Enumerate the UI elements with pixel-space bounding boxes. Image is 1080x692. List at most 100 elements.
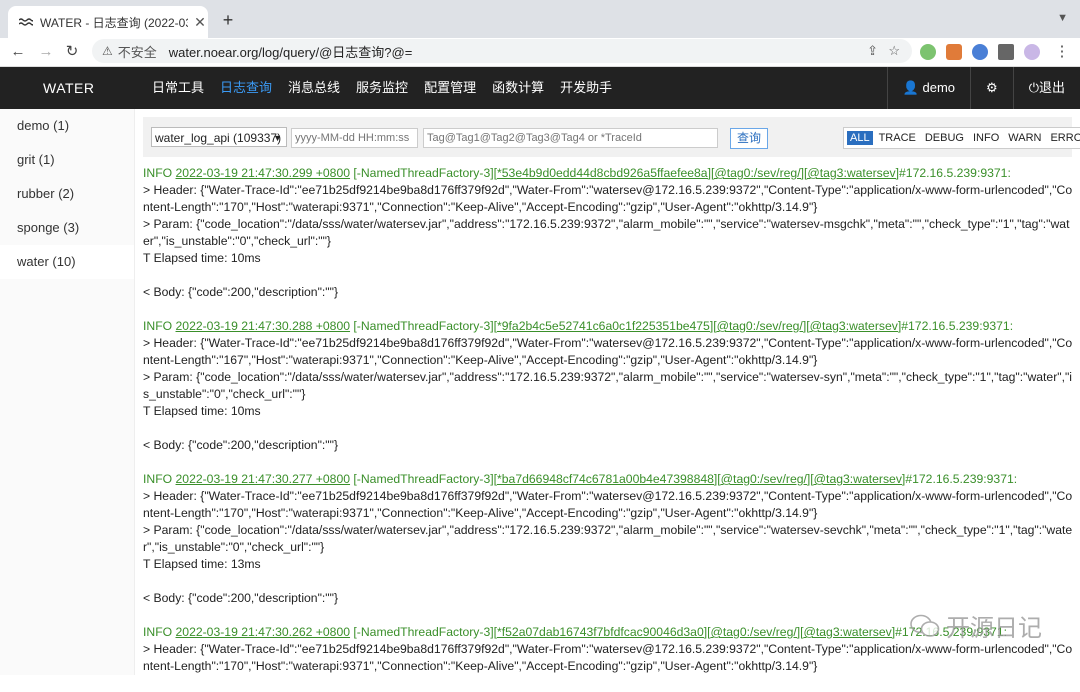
- log-entry: INFO 2022-03-19 21:47:30.277 +0800 [-Nam…: [143, 471, 1073, 607]
- log-param: > Param: {"code_location":"/data/sss/wat…: [143, 523, 1073, 554]
- log-trace-link[interactable]: [*53e4b9d0edd44d8cbd926a5ffaefee8a]: [494, 166, 711, 180]
- log-time-link[interactable]: 2022-03-19 21:47:30.299 +0800: [176, 166, 351, 180]
- filter-bar: water_log_api (109337) ▼ 查询 ALL TRACE DE…: [143, 117, 1080, 157]
- log-thread: [-NamedThreadFactory-3]: [353, 625, 494, 639]
- log-tag0-link[interactable]: [@tag0:/sev/reg/]: [713, 319, 806, 333]
- date-input[interactable]: [291, 128, 418, 148]
- level-debug[interactable]: DEBUG: [922, 131, 967, 145]
- log-time-link[interactable]: 2022-03-19 21:47:30.288 +0800: [176, 319, 351, 333]
- tag-input[interactable]: [423, 128, 718, 148]
- browser-toolbar: ← → ↻ ⚠ 不安全 water.noear.org/log/query/@日…: [0, 38, 1080, 67]
- logout-label: 退出: [1038, 80, 1065, 95]
- log-tag3-link[interactable]: [@tag3:watersev]: [806, 319, 901, 333]
- menu-item-tools[interactable]: 日常工具: [152, 67, 204, 109]
- level-trace[interactable]: TRACE: [876, 131, 919, 145]
- sidebar-item-sponge[interactable]: sponge (3): [0, 211, 134, 245]
- warning-icon[interactable]: ⚠: [102, 44, 113, 58]
- log-title-line: INFO 2022-03-19 21:47:30.299 +0800 [-Nam…: [143, 165, 1073, 182]
- profile-avatar[interactable]: [1024, 44, 1040, 60]
- log-trace-link[interactable]: [*9fa2b4c5e52741c6a0c1f225351be475]: [494, 319, 714, 333]
- log-ip: #172.16.5.239:9371:: [901, 319, 1014, 333]
- log-param: > Param: {"code_location":"/data/sss/wat…: [143, 370, 1073, 401]
- log-elapsed: T Elapsed time: 13ms: [143, 557, 261, 571]
- main-menu: 日常工具 日志查询 消息总线 服务监控 配置管理 函数计算 开发助手: [152, 67, 628, 109]
- log-elapsed: T Elapsed time: 10ms: [143, 404, 261, 418]
- log-trace-link[interactable]: [*ba7d66948cf74c6781a00b4e47398848]: [494, 472, 718, 486]
- log-body: < Body: {"code":200,"description":""}: [143, 591, 339, 605]
- log-body: < Body: {"code":200,"description":""}: [143, 285, 339, 299]
- sidebar-item-grit[interactable]: grit (1): [0, 143, 134, 177]
- menu-item-dev-helper[interactable]: 开发助手: [560, 67, 612, 109]
- menu-item-functions[interactable]: 函数计算: [492, 67, 544, 109]
- logout-button[interactable]: ⏻退出: [1012, 67, 1080, 109]
- new-tab-button[interactable]: +: [218, 10, 238, 30]
- security-label: 不安全: [117, 44, 157, 60]
- log-level: INFO: [143, 166, 173, 180]
- log-param: > Param: {"code_location":"/data/sss/wat…: [143, 217, 1070, 248]
- log-ip: #172.16.5.239:9371:: [905, 472, 1018, 486]
- extension-blue-icon[interactable]: [972, 44, 988, 60]
- watermark-text: 开源日记: [946, 614, 1042, 642]
- extension-green-icon[interactable]: [920, 44, 936, 60]
- extensions-puzzle-icon[interactable]: [998, 44, 1014, 60]
- menu-item-message-bus[interactable]: 消息总线: [288, 67, 340, 109]
- back-icon[interactable]: ←: [8, 42, 28, 62]
- extension-fox-icon[interactable]: [946, 44, 962, 60]
- logger-select-value: water_log_api (109337): [155, 131, 282, 145]
- log-level: INFO: [143, 472, 173, 486]
- browser-tab[interactable]: WATER - 日志查询 (2022-03-19 ✕: [8, 6, 208, 38]
- log-entry: INFO 2022-03-19 21:47:30.299 +0800 [-Nam…: [143, 165, 1073, 301]
- browser-menu-icon[interactable]: ⋮: [1052, 42, 1072, 62]
- level-error[interactable]: ERROR: [1047, 131, 1080, 145]
- sidebar-item-demo[interactable]: demo (1): [0, 109, 134, 143]
- reload-icon[interactable]: ↻: [62, 42, 82, 62]
- water-wave-icon: [18, 14, 34, 30]
- level-all[interactable]: ALL: [847, 131, 873, 145]
- level-warn[interactable]: WARN: [1005, 131, 1044, 145]
- settings-gears-icon[interactable]: ⚙: [970, 67, 1013, 109]
- log-tag3-link[interactable]: [@tag3:watersev]: [804, 166, 899, 180]
- log-title-line: INFO 2022-03-19 21:47:30.288 +0800 [-Nam…: [143, 318, 1073, 335]
- menu-item-service-monitor[interactable]: 服务监控: [356, 67, 408, 109]
- log-level: INFO: [143, 319, 173, 333]
- tab-menu-chevron-icon[interactable]: ▼: [1057, 12, 1068, 24]
- log-tag0-link[interactable]: [@tag0:/sev/reg/]: [707, 625, 800, 639]
- bookmark-star-icon[interactable]: ☆: [888, 43, 900, 59]
- level-info[interactable]: INFO: [970, 131, 1002, 145]
- log-tag3-link[interactable]: [@tag3:watersev]: [810, 472, 905, 486]
- user-icon: 👤: [902, 80, 919, 95]
- log-trace-link[interactable]: [*f52a07dab16743f7bfdfcac90046d3a0]: [494, 625, 707, 639]
- log-level: INFO: [143, 625, 173, 639]
- log-tag3-link[interactable]: [@tag3:watersev]: [800, 625, 895, 639]
- address-bar[interactable]: ⚠ 不安全 water.noear.org/log/query/@日志查询?@=…: [92, 39, 912, 63]
- app-brand[interactable]: WATER: [43, 67, 95, 109]
- chevron-down-icon: ▼: [273, 133, 282, 143]
- menu-item-log-query[interactable]: 日志查询: [220, 67, 272, 109]
- menu-item-config[interactable]: 配置管理: [424, 67, 476, 109]
- tab-title: WATER - 日志查询 (2022-03-19: [40, 15, 188, 30]
- log-tag0-link[interactable]: [@tag0:/sev/reg/]: [711, 166, 804, 180]
- forward-icon[interactable]: →: [36, 42, 56, 62]
- log-title-line: INFO 2022-03-19 21:47:30.277 +0800 [-Nam…: [143, 471, 1073, 488]
- sidebar-item-rubber[interactable]: rubber (2): [0, 177, 134, 211]
- query-button[interactable]: 查询: [730, 128, 768, 149]
- url-text[interactable]: water.noear.org/log/query/@日志查询?@=: [169, 42, 413, 61]
- log-thread: [-NamedThreadFactory-3]: [353, 166, 494, 180]
- log-elapsed: T Elapsed time: 10ms: [143, 251, 261, 265]
- log-time-link[interactable]: 2022-03-19 21:47:30.277 +0800: [176, 472, 351, 486]
- service-sidebar: demo (1) grit (1) rubber (2) sponge (3) …: [0, 109, 135, 675]
- watermark: 开源日记: [910, 608, 1042, 643]
- log-header: > Header: {"Water-Trace-Id":"ee71b25df92…: [143, 336, 1073, 367]
- log-thread: [-NamedThreadFactory-3]: [353, 472, 494, 486]
- sidebar-item-water[interactable]: water (10): [0, 245, 134, 279]
- user-area: 👤 demo ⚙ ⏻退出: [886, 67, 1080, 109]
- power-icon: ⏻: [1028, 80, 1039, 95]
- wechat-icon: [910, 614, 940, 637]
- logger-select[interactable]: water_log_api (109337) ▼: [151, 127, 287, 147]
- log-time-link[interactable]: 2022-03-19 21:47:30.262 +0800: [176, 625, 351, 639]
- close-tab-icon[interactable]: ✕: [192, 14, 208, 30]
- user-menu[interactable]: 👤 demo: [886, 67, 970, 109]
- log-tag0-link[interactable]: [@tag0:/sev/reg/]: [717, 472, 810, 486]
- share-icon[interactable]: ⇪: [867, 43, 878, 59]
- user-name: demo: [922, 80, 956, 95]
